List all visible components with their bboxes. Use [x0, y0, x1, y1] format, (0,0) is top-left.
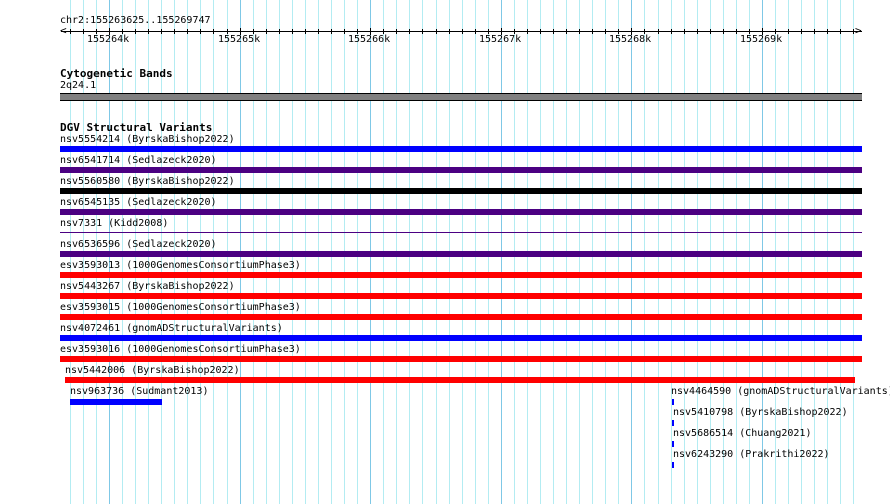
- variant-label[interactable]: nsv6243290 (Prakrithi2022): [673, 449, 830, 461]
- ruler-tick-label: 155266k: [348, 34, 391, 45]
- ruler-tick: [436, 29, 437, 34]
- ruler-tick: [83, 29, 84, 34]
- ruler-tick: [853, 29, 854, 34]
- variant-label[interactable]: esv3593016 (1000GenomesConsortiumPhase3): [60, 344, 301, 356]
- ruler-tick: [409, 29, 410, 34]
- variant-bar[interactable]: [60, 314, 862, 320]
- variant-label[interactable]: nsv5443267 (ByrskaBishop2022): [60, 281, 235, 293]
- ruler-tick-label: 155265k: [218, 34, 261, 45]
- variant-label[interactable]: esv3593013 (1000GenomesConsortiumPhase3): [60, 260, 301, 272]
- genome-browser-view: chr2:155263625..155269747 < > 155264k 155…: [0, 0, 890, 504]
- variant-label[interactable]: nsv5410798 (ByrskaBishop2022): [673, 407, 848, 419]
- variant-bar[interactable]: [672, 399, 674, 405]
- ruler-tick: [318, 29, 319, 34]
- ruler-tick: [462, 29, 463, 34]
- ruler-tick: [801, 29, 802, 34]
- variant-bar[interactable]: [672, 462, 674, 468]
- variant-bar[interactable]: [60, 251, 862, 257]
- ruler-tick: [475, 29, 476, 34]
- variant-bar[interactable]: [60, 232, 862, 233]
- ruler-tick: [605, 29, 606, 34]
- ruler-tick: [710, 29, 711, 34]
- variant-label[interactable]: nsv6536596 (Sedlazeck2020): [60, 239, 217, 251]
- variant-label[interactable]: nsv6545135 (Sedlazeck2020): [60, 197, 217, 209]
- scroll-right-arrow-icon[interactable]: >: [855, 25, 862, 37]
- variant-label[interactable]: nsv5442006 (ByrskaBishop2022): [65, 365, 240, 377]
- ruler-tick: [396, 29, 397, 34]
- cyto-band-label: 2q24.1: [60, 80, 97, 91]
- ruler-tick: [540, 29, 541, 34]
- ruler-tick: [135, 29, 136, 34]
- variant-bar[interactable]: [60, 293, 862, 299]
- variant-label[interactable]: esv3593015 (1000GenomesConsortiumPhase3): [60, 302, 301, 314]
- variant-bar[interactable]: [60, 335, 862, 341]
- ruler-tick-label: 155264k: [87, 34, 130, 45]
- cyto-track-title: Cytogenetic Bands: [60, 67, 173, 80]
- variant-label[interactable]: nsv5554214 (ByrskaBishop2022): [60, 134, 235, 146]
- ruler-tick-label: 155267k: [479, 34, 522, 45]
- ruler-tick: [658, 29, 659, 34]
- ruler-tick: [723, 29, 724, 34]
- scroll-left-arrow-icon[interactable]: <: [60, 25, 67, 37]
- ruler-tick: [344, 29, 345, 34]
- variant-bar[interactable]: [60, 356, 862, 362]
- variant-label[interactable]: nsv7331 (Kidd2008): [60, 218, 168, 230]
- cyto-band-bar[interactable]: [60, 93, 862, 101]
- variant-bar[interactable]: [60, 188, 862, 194]
- variant-bar[interactable]: [60, 209, 862, 215]
- ruler-tick: [331, 29, 332, 34]
- ruler-tick: [697, 29, 698, 34]
- ruler-tick: [213, 29, 214, 34]
- ruler-tick: [148, 29, 149, 34]
- ruler-tick: [671, 29, 672, 34]
- variant-bar[interactable]: [672, 420, 674, 426]
- ruler-tick: [788, 29, 789, 34]
- ruler-tick: [527, 29, 528, 34]
- ruler-tick: [422, 29, 423, 34]
- ruler-tick: [161, 29, 162, 34]
- ruler-tick: [200, 29, 201, 34]
- ruler-position: chr2:155263625..155269747: [60, 15, 211, 26]
- variant-bar[interactable]: [65, 377, 855, 383]
- ruler-tick: [684, 29, 685, 34]
- ruler-tick: [279, 29, 280, 34]
- ruler-tick: [266, 29, 267, 34]
- variant-bar[interactable]: [60, 272, 862, 278]
- ruler-tick: [292, 29, 293, 34]
- ruler-tick: [579, 29, 580, 34]
- ruler-tick: [70, 29, 71, 34]
- ruler-tick: [827, 29, 828, 34]
- ruler-tick: [187, 29, 188, 34]
- ruler-tick: [592, 29, 593, 34]
- variant-label[interactable]: nsv5560580 (ByrskaBishop2022): [60, 176, 235, 188]
- variant-label[interactable]: nsv6541714 (Sedlazeck2020): [60, 155, 217, 167]
- ruler-tick: [566, 29, 567, 34]
- ruler-tick: [305, 29, 306, 34]
- variant-bar[interactable]: [672, 441, 674, 447]
- ruler-tick: [814, 29, 815, 34]
- variant-label[interactable]: nsv4464590 (gnomADStructuralVariants): [671, 386, 890, 398]
- variant-bar[interactable]: [60, 146, 862, 152]
- variant-label[interactable]: nsv4072461 (gnomADStructuralVariants): [60, 323, 283, 335]
- variant-label[interactable]: nsv963736 (Sudmant2013): [70, 386, 208, 398]
- dgv-track-title: DGV Structural Variants: [60, 121, 213, 134]
- variant-bar[interactable]: [60, 167, 862, 173]
- variant-bar[interactable]: [70, 399, 162, 405]
- ruler-tick: [174, 29, 175, 34]
- ruler-tick: [553, 29, 554, 34]
- ruler-tick-label: 155268k: [609, 34, 652, 45]
- ruler-tick-label: 155269k: [740, 34, 783, 45]
- ruler-tick: [449, 29, 450, 34]
- ruler-tick: [736, 29, 737, 34]
- variant-label[interactable]: nsv5686514 (Chuang2021): [673, 428, 811, 440]
- ruler-tick: [840, 29, 841, 34]
